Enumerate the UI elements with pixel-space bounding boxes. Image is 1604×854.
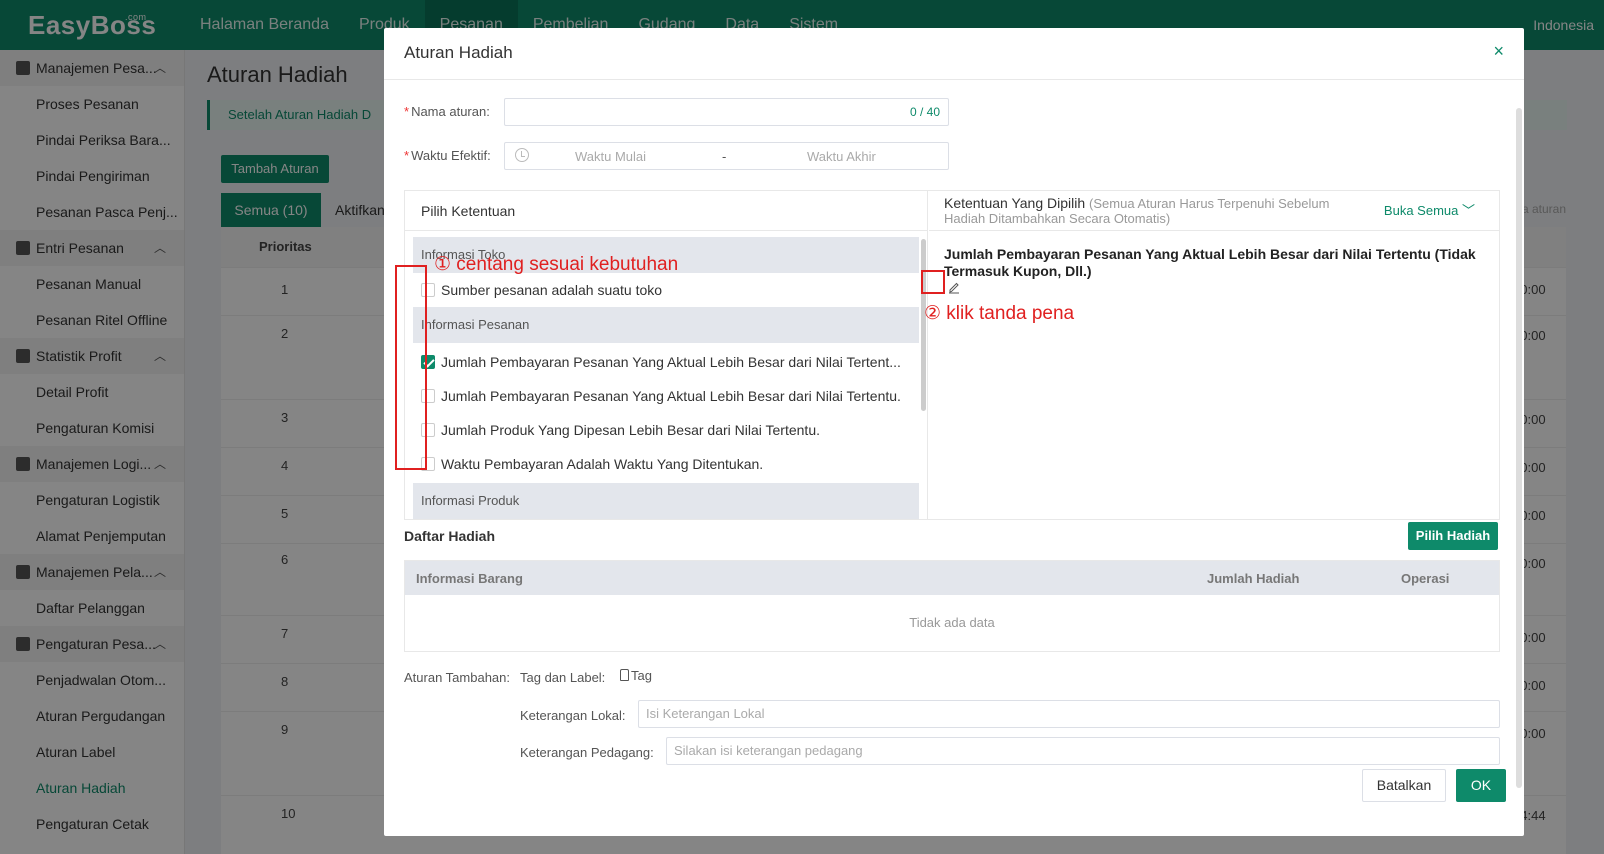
dialog-scrollbar[interactable] bbox=[1516, 108, 1522, 788]
chevron-down-icon: ﹀ bbox=[1461, 203, 1475, 218]
rule-name-input[interactable]: 0 / 40 bbox=[504, 98, 949, 126]
start-time-input[interactable]: Waktu Mulai bbox=[575, 149, 646, 164]
conditions-panel: Pilih Ketentuan Informasi Toko Sumber pe… bbox=[404, 190, 1500, 520]
effective-time-range[interactable]: Waktu Mulai - Waktu Akhir bbox=[504, 142, 949, 170]
selected-conditions-header: Ketentuan Yang Dipilih (Semua Aturan Har… bbox=[929, 191, 1499, 231]
col-item-info: Informasi Barang bbox=[416, 571, 523, 586]
close-icon[interactable]: × bbox=[1493, 41, 1504, 62]
condition-scrollbar[interactable] bbox=[921, 239, 926, 411]
tag-label: Tag dan Label: bbox=[520, 670, 606, 685]
col-gift-qty: Jumlah Hadiah bbox=[1207, 571, 1300, 586]
annotation-checkbox-box bbox=[395, 265, 427, 470]
local-note-input[interactable]: Isi Keterangan Lokal bbox=[638, 700, 1500, 728]
condition-actual-payment-2[interactable]: Jumlah Pembayaran Pesanan Yang Aktual Le… bbox=[405, 379, 927, 413]
char-counter: 0 / 40 bbox=[909, 105, 940, 119]
end-time-input[interactable]: Waktu Akhir bbox=[807, 149, 876, 164]
condition-actual-payment[interactable]: Jumlah Pembayaran Pesanan Yang Aktual Le… bbox=[405, 345, 927, 379]
effective-time-label: * Waktu Efektif: bbox=[404, 148, 491, 163]
merchant-note-label: Keterangan Pedagang: bbox=[520, 745, 654, 760]
pen-icon[interactable] bbox=[947, 280, 961, 294]
cancel-button[interactable]: Batalkan bbox=[1362, 769, 1446, 802]
clock-icon bbox=[515, 148, 529, 162]
condition-payment-time[interactable]: Waktu Pembayaran Adalah Waktu Yang Diten… bbox=[405, 447, 927, 481]
condition-picker: Pilih Ketentuan Informasi Toko Sumber pe… bbox=[405, 191, 928, 519]
selected-condition-title: Jumlah Pembayaran Pesanan Yang Aktual Le… bbox=[944, 246, 1476, 279]
pick-gift-button[interactable]: Pilih Hadiah bbox=[1408, 522, 1498, 550]
dialog-header: Aturan Hadiah × bbox=[384, 28, 1524, 80]
rule-name-label: * Nama aturan: bbox=[404, 104, 490, 119]
annotation-step1: ① centang sesuai kebutuhan bbox=[434, 254, 679, 275]
gift-rule-dialog: Aturan Hadiah × * Nama aturan: 0 / 40 * Wa… bbox=[384, 28, 1524, 836]
annotation-step2: ② klik tanda pena bbox=[924, 303, 1075, 324]
gift-table-header: Informasi Barang Jumlah Hadiah Operasi bbox=[405, 561, 1499, 595]
extra-rules-label: Aturan Tambahan: bbox=[404, 670, 510, 685]
condition-picker-title: Pilih Ketentuan bbox=[405, 191, 927, 231]
gift-list-title: Daftar Hadiah bbox=[404, 528, 496, 544]
open-all-toggle[interactable]: Buka Semua ﹀ bbox=[1384, 203, 1475, 218]
condition-store-source[interactable]: Sumber pesanan adalah suatu toko bbox=[405, 273, 927, 307]
col-operation: Operasi bbox=[1401, 571, 1450, 586]
condition-product-count[interactable]: Jumlah Produk Yang Dipesan Lebih Besar d… bbox=[405, 413, 927, 447]
empty-state: Tidak ada data bbox=[909, 615, 995, 630]
group-product-info: Informasi Produk bbox=[413, 483, 919, 519]
gift-table: Informasi Barang Jumlah Hadiah Operasi T… bbox=[404, 560, 1500, 652]
tag-link[interactable]: Tag bbox=[620, 668, 652, 683]
local-note-label: Keterangan Lokal: bbox=[520, 708, 626, 723]
dialog-title: Aturan Hadiah bbox=[404, 43, 513, 62]
tag-icon bbox=[620, 669, 629, 681]
annotation-pen-box bbox=[921, 270, 945, 294]
selected-conditions: Ketentuan Yang Dipilih (Semua Aturan Har… bbox=[929, 191, 1499, 519]
merchant-note-input[interactable]: Silakan isi keterangan pedagang bbox=[666, 737, 1500, 765]
group-order-info: Informasi Pesanan bbox=[413, 307, 919, 343]
ok-button[interactable]: OK bbox=[1456, 769, 1506, 802]
